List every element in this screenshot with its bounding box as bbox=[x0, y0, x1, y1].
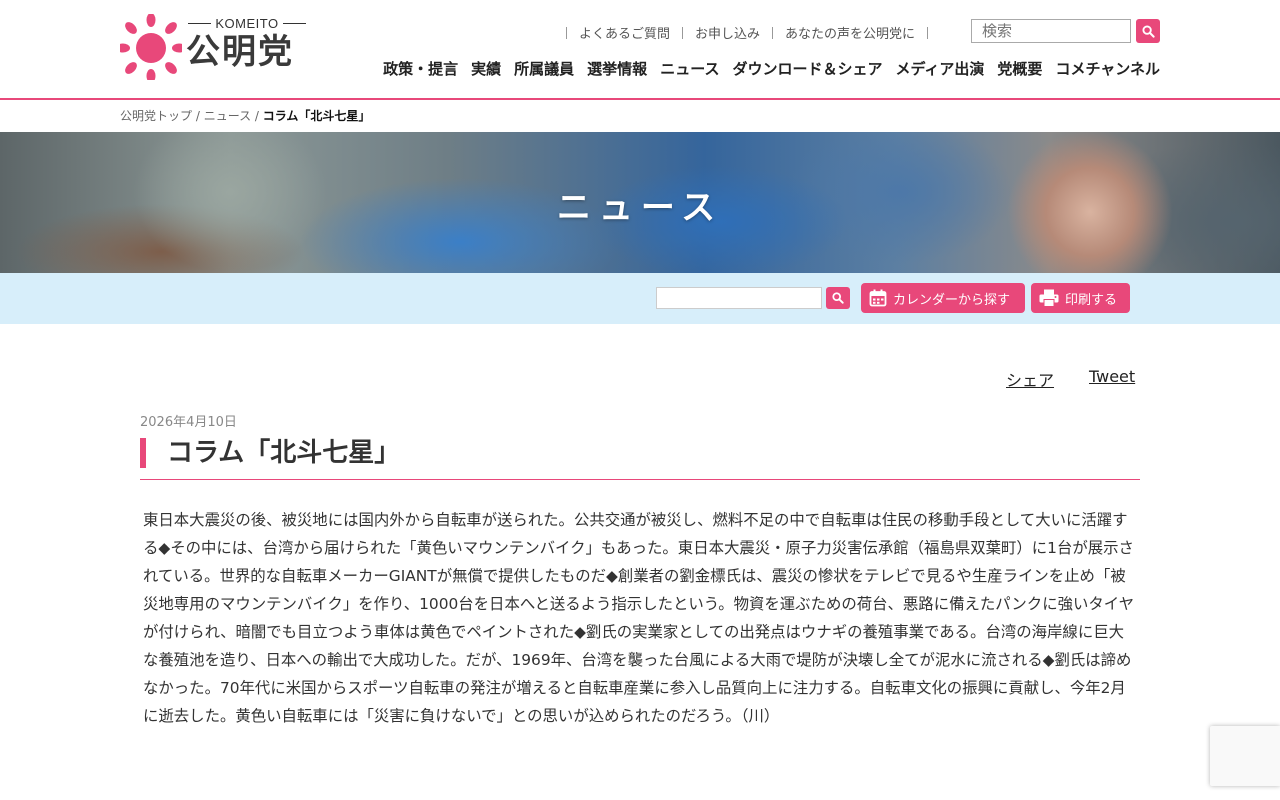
nav-policy[interactable]: 政策・提言 bbox=[383, 58, 458, 79]
article-title: コラム「北斗七星」 bbox=[167, 438, 401, 468]
nav-members[interactable]: 所属議員 bbox=[514, 58, 574, 79]
hero-title: ニュース bbox=[556, 188, 724, 228]
util-link-voice[interactable]: あなたの声を公明党に bbox=[785, 23, 915, 42]
news-search-input[interactable] bbox=[656, 287, 822, 309]
logo-english: KOMEITO bbox=[188, 16, 306, 31]
print-button[interactable]: 印刷する bbox=[1031, 283, 1130, 313]
nav-media[interactable]: メディア出演 bbox=[895, 58, 984, 79]
breadcrumb-news[interactable]: ニュース bbox=[204, 109, 251, 123]
divider bbox=[927, 26, 928, 39]
calendar-search-button[interactable]: カレンダーから探す bbox=[861, 283, 1025, 313]
recaptcha-badge[interactable] bbox=[1210, 726, 1280, 786]
nav-about[interactable]: 党概要 bbox=[997, 58, 1042, 79]
facebook-share-link[interactable]: シェア bbox=[1006, 367, 1054, 391]
nav-channel[interactable]: コメチャンネル bbox=[1055, 58, 1160, 79]
breadcrumb: 公明党トップ / ニュース / コラム「北斗七星」 bbox=[120, 107, 370, 124]
divider bbox=[771, 26, 773, 39]
header-search-input[interactable] bbox=[972, 20, 1130, 42]
sun-logo-icon bbox=[120, 14, 182, 80]
util-link-faq[interactable]: よくあるご質問 bbox=[579, 23, 670, 42]
nav-news[interactable]: ニュース bbox=[660, 58, 719, 79]
breadcrumb-separator: / bbox=[192, 109, 204, 123]
search-icon bbox=[832, 292, 844, 304]
calendar-button-label: カレンダーから探す bbox=[893, 292, 1011, 308]
site-logo[interactable]: KOMEITO 公明党 bbox=[120, 14, 310, 82]
utility-nav: よくあるご質問 お申し込み あなたの声を公明党に bbox=[554, 23, 940, 42]
breadcrumb-home[interactable]: 公明党トップ bbox=[120, 109, 192, 123]
title-accent-bar bbox=[140, 438, 146, 468]
nav-achievements[interactable]: 実績 bbox=[471, 58, 501, 79]
main-nav: 政策・提言 実績 所属議員 選挙情報 ニュース ダウンロード＆シェア メディア出… bbox=[383, 58, 1160, 79]
nav-download-share[interactable]: ダウンロード＆シェア bbox=[732, 58, 882, 79]
hero-banner: ニュース bbox=[0, 132, 1280, 273]
divider bbox=[565, 26, 567, 39]
calendar-icon bbox=[869, 289, 887, 307]
breadcrumb-current: コラム「北斗七星」 bbox=[262, 109, 371, 123]
header-search-field bbox=[971, 19, 1131, 43]
news-search-button[interactable] bbox=[826, 287, 850, 309]
breadcrumb-separator: / bbox=[251, 109, 263, 123]
logo-japanese: 公明党 bbox=[186, 32, 294, 72]
printer-icon bbox=[1039, 289, 1059, 307]
header-divider bbox=[0, 98, 1280, 100]
article-body: 東日本大震災の後、被災地には国内外から自転車が送られた。公共交通が被災し、燃料不… bbox=[143, 511, 1135, 725]
nav-elections[interactable]: 選挙情報 bbox=[587, 58, 647, 79]
tweet-link[interactable]: Tweet bbox=[1089, 367, 1135, 386]
divider bbox=[681, 26, 683, 39]
util-link-apply[interactable]: お申し込み bbox=[695, 23, 760, 42]
site-header: KOMEITO 公明党 よくあるご質問 お申し込み あなたの声を公明党に 政策・… bbox=[0, 0, 1280, 98]
article-title-block: コラム「北斗七星」 bbox=[140, 436, 1140, 480]
search-icon bbox=[1141, 24, 1155, 38]
article-date: 2026年4月10日 bbox=[140, 415, 237, 430]
news-toolbar: カレンダーから探す 印刷する bbox=[0, 273, 1280, 324]
print-button-label: 印刷する bbox=[1065, 292, 1118, 308]
header-search-button[interactable] bbox=[1136, 19, 1160, 43]
